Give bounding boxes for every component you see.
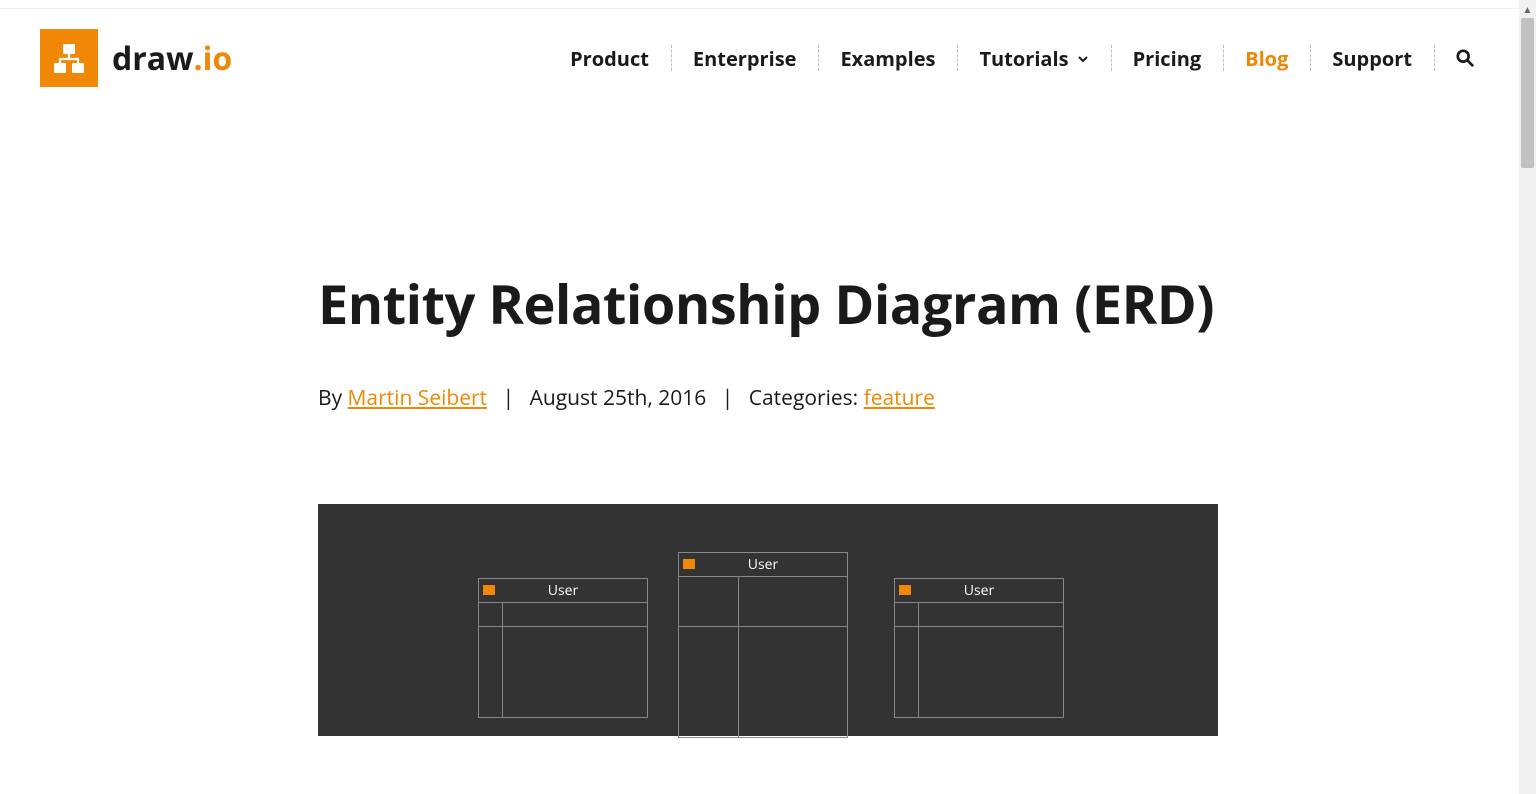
entity-title: User bbox=[479, 581, 647, 600]
meta-sep: | bbox=[722, 384, 734, 412]
nav-search[interactable] bbox=[1434, 45, 1496, 71]
entity-cell bbox=[895, 627, 919, 717]
post-date: August 25th, 2016 bbox=[530, 384, 707, 412]
meta-sep: | bbox=[503, 384, 515, 412]
category-link[interactable]: feature bbox=[864, 384, 935, 412]
entity-cell bbox=[503, 627, 647, 717]
search-icon bbox=[1456, 49, 1474, 67]
nav-support[interactable]: Support bbox=[1310, 41, 1434, 76]
entity-cell bbox=[895, 603, 919, 626]
entity-header: User bbox=[679, 553, 847, 577]
nav-examples[interactable]: Examples bbox=[818, 41, 957, 76]
entity-row bbox=[679, 577, 847, 627]
erd-diagram: User User bbox=[318, 504, 1218, 736]
nav-blog[interactable]: Blog bbox=[1223, 41, 1310, 76]
by-prefix: By bbox=[318, 384, 348, 412]
entity-header: User bbox=[479, 579, 647, 603]
entity-cell bbox=[919, 603, 1063, 626]
entity-cell bbox=[919, 627, 1063, 717]
nav-product[interactable]: Product bbox=[548, 41, 671, 76]
entity-cell bbox=[479, 627, 503, 717]
nav-enterprise[interactable]: Enterprise bbox=[671, 41, 819, 76]
categories-label: Categories: bbox=[749, 384, 864, 412]
entity-box: User bbox=[894, 578, 1064, 718]
entity-tag-icon bbox=[683, 559, 695, 569]
post-meta: By Martin Seibert | August 25th, 2016 | … bbox=[318, 384, 1218, 412]
site-header: draw.io Product Enterprise Examples Tuto… bbox=[0, 8, 1536, 107]
scroll-up-icon[interactable]: ▲ bbox=[1519, 0, 1536, 17]
entity-box: User bbox=[678, 552, 848, 738]
post-main: Entity Relationship Diagram (ERD) By Mar… bbox=[318, 107, 1218, 736]
entity-row bbox=[479, 603, 647, 627]
entity-header: User bbox=[895, 579, 1063, 603]
entity-cell bbox=[479, 603, 503, 626]
brand-text: draw.io bbox=[112, 37, 232, 80]
entity-title: User bbox=[679, 555, 847, 574]
entity-tag-icon bbox=[899, 585, 911, 595]
entity-cell bbox=[679, 627, 739, 737]
entity-cell bbox=[739, 627, 847, 737]
entity-body bbox=[679, 627, 847, 737]
entity-cell bbox=[679, 577, 739, 626]
entity-row bbox=[895, 603, 1063, 627]
scrollbar[interactable]: ▲ bbox=[1519, 0, 1536, 794]
chevron-down-icon bbox=[1077, 53, 1089, 65]
post-title: Entity Relationship Diagram (ERD) bbox=[318, 267, 1218, 340]
brand-suffix: .io bbox=[194, 37, 233, 80]
entity-title: User bbox=[895, 581, 1063, 600]
author-link[interactable]: Martin Seibert bbox=[348, 384, 488, 412]
main-nav: Product Enterprise Examples Tutorials Pr… bbox=[548, 41, 1496, 76]
logo-icon bbox=[40, 29, 98, 87]
nav-tutorials[interactable]: Tutorials bbox=[957, 41, 1110, 76]
entity-cell bbox=[739, 577, 847, 626]
entity-tag-icon bbox=[483, 585, 495, 595]
scroll-thumb[interactable] bbox=[1521, 18, 1534, 168]
entity-body bbox=[895, 627, 1063, 717]
entity-body bbox=[479, 627, 647, 717]
nav-pricing[interactable]: Pricing bbox=[1111, 41, 1224, 76]
entity-cell bbox=[503, 603, 647, 626]
logo[interactable]: draw.io bbox=[40, 29, 232, 87]
brand-name: draw bbox=[112, 37, 194, 80]
entity-box: User bbox=[478, 578, 648, 718]
